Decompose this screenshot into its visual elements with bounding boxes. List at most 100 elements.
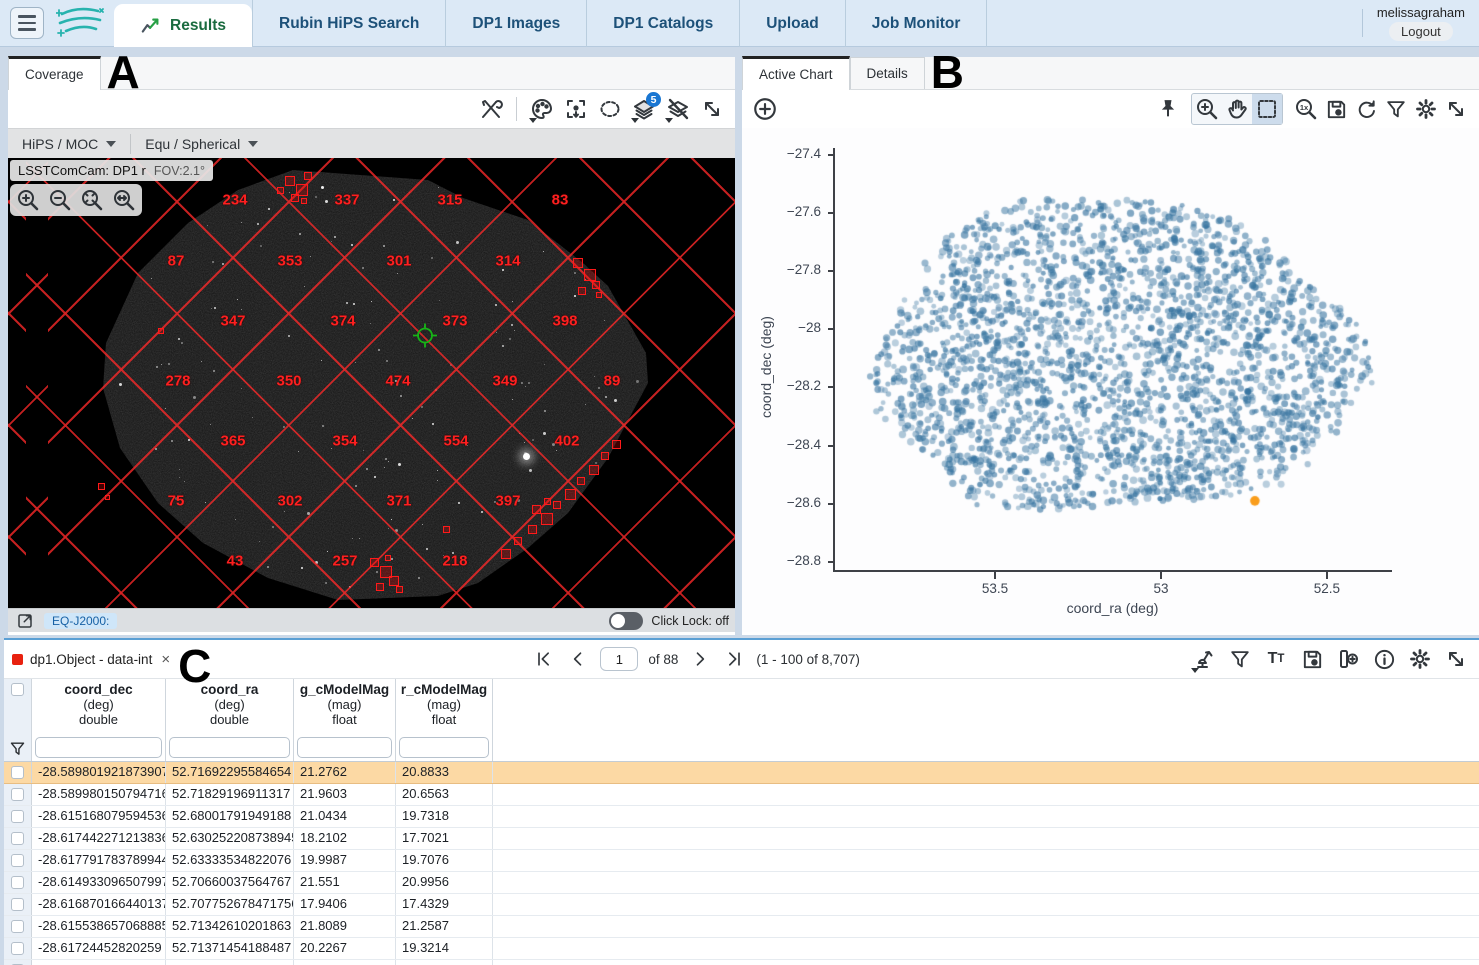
nav-tab-job-monitor[interactable]: Job Monitor	[846, 0, 988, 47]
table-row[interactable]: -28.6172445282025952.7137145418848720.22…	[4, 938, 1479, 960]
nav-tab-upload[interactable]: Upload	[740, 0, 846, 47]
row-checkbox[interactable]	[11, 876, 24, 889]
tile-number: 349	[492, 373, 517, 390]
row-checkbox[interactable]	[11, 832, 24, 845]
scatter-chart[interactable]: −27.4−27.6−27.8−28−28.2−28.4−28.6−28.853…	[742, 128, 1479, 632]
column-header-g_cModelMag[interactable]: g_cModelMag(mag)float	[294, 679, 396, 735]
fov-label: FOV:2.1°	[154, 164, 205, 178]
layers-off-icon[interactable]	[663, 94, 693, 124]
filter-input-coord_ra[interactable]	[169, 737, 290, 758]
chart-zoom-reset-icon[interactable]: 1x	[1291, 94, 1321, 124]
last-page-icon[interactable]	[722, 647, 746, 671]
popout-icon[interactable]	[14, 610, 36, 632]
source-marker	[601, 452, 609, 460]
y-tick-mark	[828, 445, 835, 447]
column-header-coord_dec[interactable]: coord_dec(deg)double	[32, 679, 166, 735]
image-title: LSSTComCam: DP1 r	[18, 163, 146, 178]
expand-panel-icon[interactable]	[697, 94, 727, 124]
table-row-partial[interactable]	[4, 960, 1479, 965]
select-region-icon[interactable]	[595, 94, 625, 124]
click-lock-toggle[interactable]	[609, 612, 643, 630]
top-navbar: ResultsRubin HiPS SearchDP1 Images DP1 Ca…	[0, 0, 1479, 47]
chart-expand-icon[interactable]	[1441, 94, 1471, 124]
chart-filter-icon[interactable]	[1381, 94, 1411, 124]
first-page-icon[interactable]	[532, 647, 556, 671]
menu-icon[interactable]	[10, 7, 44, 39]
zoom-out-icon[interactable]	[46, 186, 74, 214]
chart-pan-mode-icon[interactable]	[1222, 94, 1252, 124]
nav-tab-dp1-catalogs[interactable]: DP1 Catalogs	[587, 0, 740, 47]
table-save-icon[interactable]	[1297, 644, 1327, 674]
pin-chart-icon[interactable]	[1153, 94, 1183, 124]
filter-input-r_cModelMag[interactable]	[399, 737, 489, 758]
table-expand-icon[interactable]	[1441, 644, 1471, 674]
table-row[interactable]: -28.61553865706888552.7134261020186321.8…	[4, 916, 1479, 938]
row-select-cell	[4, 762, 32, 783]
table-row[interactable]: -28.61493309650799752.7066003756476721.5…	[4, 872, 1479, 894]
close-table-icon[interactable]: ×	[159, 651, 172, 668]
cell-coord_dec: -28.615168079594536	[32, 806, 166, 827]
cell-coord_dec: -28.617442271213836	[32, 828, 166, 849]
row-checkbox[interactable]	[11, 788, 24, 801]
cell-coord_dec: -28.589801921873907	[32, 762, 166, 783]
table-filter-icon[interactable]	[1225, 644, 1255, 674]
page-number-input[interactable]	[600, 647, 638, 671]
row-checkbox[interactable]	[11, 854, 24, 867]
table-settings-icon[interactable]	[1405, 644, 1435, 674]
table-row[interactable]: -28.61516807959453652.6800179194918821.0…	[4, 806, 1479, 828]
table-row[interactable]: -28.61779178378994452.6333353482207619.9…	[4, 850, 1479, 872]
prev-page-icon[interactable]	[566, 647, 590, 671]
color-palette-icon[interactable]	[527, 94, 557, 124]
zoom-in-icon[interactable]	[14, 186, 42, 214]
table-row[interactable]: -28.58998015079471652.7182919691131721.9…	[4, 784, 1479, 806]
table-info-icon[interactable]	[1369, 644, 1399, 674]
tab-active-chart[interactable]: Active Chart	[742, 56, 850, 90]
table-row[interactable]: -28.61744227121383652.63025220873894518.…	[4, 828, 1479, 850]
layers-icon[interactable]: 5	[629, 94, 659, 124]
logout-button[interactable]: Logout	[1389, 22, 1453, 41]
nav-tab-dp1-images[interactable]: DP1 Images	[446, 0, 587, 47]
y-axis-title: coord_dec (deg)	[758, 316, 774, 418]
add-chart-icon[interactable]	[750, 94, 780, 124]
column-type: float	[298, 712, 391, 727]
cell-r_cModelMag: 19.7076	[396, 850, 493, 871]
filter-input-coord_dec[interactable]	[35, 737, 162, 758]
nav-tab-label: DP1 Catalogs	[613, 15, 713, 33]
tab-coverage[interactable]: Coverage	[8, 56, 101, 90]
zoom-fit-icon[interactable]	[78, 186, 106, 214]
filter-cell	[294, 735, 396, 761]
recenter-icon[interactable]	[561, 94, 591, 124]
image-tools-icon[interactable]	[476, 94, 506, 124]
row-checkbox[interactable]	[11, 920, 24, 933]
nav-tab-results[interactable]: Results	[114, 4, 252, 47]
tab-details[interactable]: Details	[850, 57, 925, 89]
column-type: double	[36, 712, 161, 727]
chart-select-mode-icon[interactable]	[1252, 94, 1282, 124]
column-header-r_cModelMag[interactable]: r_cModelMag(mag)float	[396, 679, 493, 735]
chart-zoom-mode-icon[interactable]	[1192, 94, 1222, 124]
row-checkbox[interactable]	[11, 898, 24, 911]
row-select-cell	[4, 850, 32, 871]
add-column-icon[interactable]	[1333, 644, 1363, 674]
select-all-checkbox[interactable]	[11, 683, 24, 696]
zoom-fill-icon[interactable]	[110, 186, 138, 214]
row-checkbox[interactable]	[11, 766, 24, 779]
chart-settings-icon[interactable]	[1411, 94, 1441, 124]
next-page-icon[interactable]	[688, 647, 712, 671]
column-header-coord_ra[interactable]: coord_ra(deg)double	[166, 679, 294, 735]
table-tab[interactable]: dp1.Object - data-int ×	[12, 651, 172, 668]
chart-save-icon[interactable]	[1321, 94, 1351, 124]
table-row[interactable]: -28.61687016644013752.70775267847175617.…	[4, 894, 1479, 916]
cell-coord_ra: 52.71371454188487	[166, 938, 294, 959]
filter-input-g_cModelMag[interactable]	[297, 737, 392, 758]
hips-moc-dropdown[interactable]: HiPS / MOC	[8, 129, 130, 158]
projection-dropdown[interactable]: Equ / Spherical	[131, 129, 272, 158]
table-row[interactable]: -28.58980192187390752.7169229558465421.2…	[4, 762, 1479, 784]
sky-image-viewport[interactable]: 2343373158387353301314347374373398278350…	[8, 158, 735, 608]
text-view-icon[interactable]: TT	[1261, 644, 1291, 674]
nav-tab-rubin-hips-search[interactable]: Rubin HiPS Search	[252, 0, 446, 47]
show-coverage-icon[interactable]	[1189, 644, 1219, 674]
chart-restore-icon[interactable]	[1351, 94, 1381, 124]
row-checkbox[interactable]	[11, 810, 24, 823]
row-checkbox[interactable]	[11, 942, 24, 955]
